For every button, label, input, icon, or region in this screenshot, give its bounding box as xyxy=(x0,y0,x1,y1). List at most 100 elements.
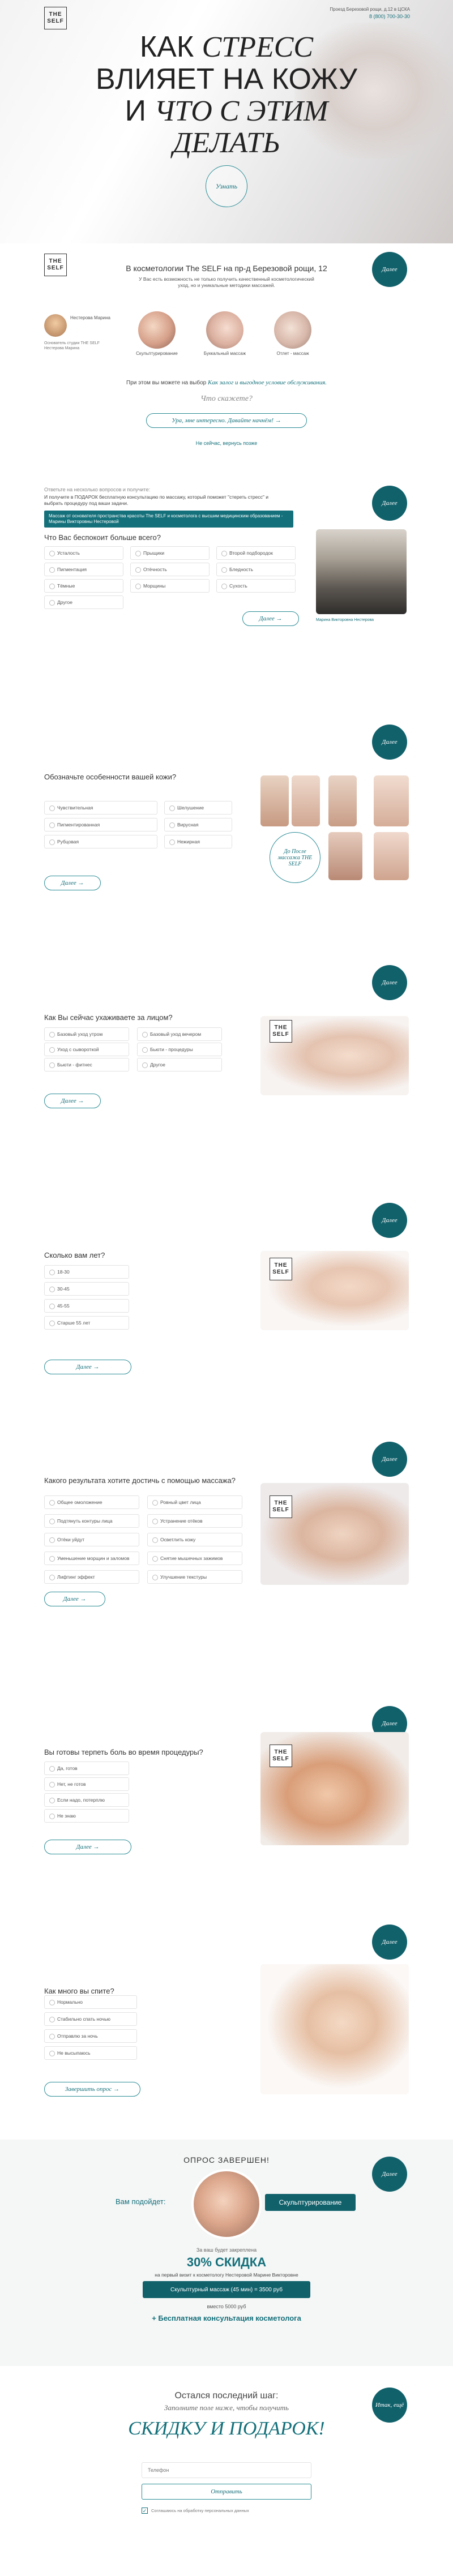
service-photo-3 xyxy=(274,311,311,349)
result-photo xyxy=(191,2169,262,2239)
q3-option[interactable]: Бьюти - процедуры xyxy=(137,1043,222,1056)
result-service: Скульптурирование xyxy=(265,2194,356,2211)
q1-option[interactable]: Другое xyxy=(44,595,123,609)
q1-option[interactable]: Отёчность xyxy=(130,563,210,576)
q1-option[interactable]: Второй подбородок xyxy=(216,546,296,560)
q2-option[interactable]: Чувствительная xyxy=(44,801,157,815)
q3-option[interactable]: Базовый уход утром xyxy=(44,1027,129,1041)
q5-option[interactable]: Отёки уйдут xyxy=(44,1533,139,1546)
q6-option[interactable]: Да, готов xyxy=(44,1761,129,1775)
q1-next-button[interactable]: Далее → xyxy=(242,611,299,626)
free-consultation: + Бесплатная консультация косметолога xyxy=(152,2314,301,2322)
q7-option[interactable]: Стабильно спать ночью xyxy=(44,2012,137,2026)
old-price: вместо 5000 руб xyxy=(207,2304,246,2309)
hero: THE SELF Проезд Березовой рощи, д.12 в Ц… xyxy=(0,0,453,243)
consent-row[interactable]: ✓ Соглашаюсь на обработку персональных д… xyxy=(142,2508,249,2514)
question-7: Далее Как много вы спите? Нормально Стаб… xyxy=(0,1925,453,2140)
service-label: Отлет - массаж xyxy=(276,351,309,356)
q3-option[interactable]: Бьюти - фитнес xyxy=(44,1058,129,1071)
q5-option[interactable]: Осветлить кожу xyxy=(147,1533,242,1546)
q6-option[interactable]: Нет, не готов xyxy=(44,1777,129,1791)
service-photo-2 xyxy=(206,311,243,349)
phone-link[interactable]: 8 (800) 700-30-30 xyxy=(369,14,410,19)
q1-option[interactable]: Морщины xyxy=(130,579,210,593)
q5-next-button[interactable]: Далее → xyxy=(44,1592,105,1606)
q1-option[interactable]: Бледность xyxy=(216,563,296,576)
model-photo xyxy=(260,1964,409,2094)
q6-title: Вы готовы терпеть боль во время процедур… xyxy=(44,1748,203,1756)
hero-title: КАК СТРЕСС ВЛИЯЕТ НА КОЖУ И ЧТО С ЭТИМ Д… xyxy=(96,31,357,159)
intro-question: Что скажете? xyxy=(200,395,253,403)
intro-heading: В косметологии The SELF на пр-д Березово… xyxy=(126,264,327,273)
q3-next-button[interactable]: Далее → xyxy=(44,1094,101,1108)
q7-option[interactable]: Нормально xyxy=(44,1995,137,2009)
q4-option[interactable]: 18-30 xyxy=(44,1265,129,1279)
phone-input[interactable] xyxy=(142,2462,311,2478)
question-4: Далее Сколько вам лет? 18-30 30-45 45-55… xyxy=(0,1189,453,1426)
q5-option[interactable]: Подтянуть контуры лица xyxy=(44,1514,139,1528)
q4-option[interactable]: 30-45 xyxy=(44,1282,129,1296)
q2-option[interactable]: Нежирная xyxy=(164,835,232,848)
before-photo xyxy=(328,775,357,826)
author-name: Нестерова Марина xyxy=(70,315,110,320)
service-label: Скульптурирование xyxy=(136,351,178,356)
q5-option[interactable]: Устранение отёков xyxy=(147,1514,242,1528)
q2-option[interactable]: Пигментированная xyxy=(44,818,157,831)
q4-option[interactable]: 45-55 xyxy=(44,1299,129,1313)
q2-option[interactable]: Рубцовая xyxy=(44,835,157,848)
q4-option[interactable]: Старше 55 лет xyxy=(44,1316,129,1330)
before-photo xyxy=(328,832,362,880)
discount-title: 30% СКИДКА xyxy=(186,2255,267,2269)
after-photo xyxy=(374,775,409,826)
q7-option[interactable]: Не высыпаюсь xyxy=(44,2046,137,2060)
final-headline: СКИДКУ И ПОДАРОК! xyxy=(128,2418,325,2439)
q6-option[interactable]: Если надо, потерплю xyxy=(44,1793,129,1807)
section-logo: THE SELF xyxy=(270,1258,292,1280)
q3-option[interactable]: Базовый уход вечером xyxy=(137,1027,222,1041)
q3-option[interactable]: Уход с сывороткой xyxy=(44,1043,129,1056)
q7-option[interactable]: Отправлю за ночь xyxy=(44,2029,137,2043)
q1-option[interactable]: Пигментация xyxy=(44,563,123,576)
q5-option[interactable]: Общее омоложение xyxy=(44,1495,139,1509)
q6-next-button[interactable]: Далее → xyxy=(44,1840,131,1854)
q5-option[interactable]: Уменьшение морщин и заломов xyxy=(44,1551,139,1565)
question-5: Далее Какого результата хотите достичь с… xyxy=(0,1426,453,1692)
later-link[interactable]: Не сейчас, вернусь позже xyxy=(0,440,453,446)
q1-lead-2: И получите в ПОДАРОК бесплатную консульт… xyxy=(44,494,268,506)
question-6: Далее Вы готовы терпеть боль во время пр… xyxy=(0,1692,453,1925)
q1-option[interactable]: Прыщики xyxy=(130,546,210,560)
submit-button[interactable]: Отправить xyxy=(142,2484,311,2500)
bonus-lead: За ваш будет закреплена xyxy=(196,2247,257,2253)
q1-option[interactable]: Усталость xyxy=(44,546,123,560)
address: Проезд Березовой рощи, д.12 в ЦСКА xyxy=(330,7,410,12)
q5-option[interactable]: Улучшение текстуры xyxy=(147,1570,242,1584)
q2-next-button[interactable]: Далее → xyxy=(44,876,101,890)
q1-option[interactable]: Сухость xyxy=(216,579,296,593)
last-step: Остался последний шаг: xyxy=(174,2391,279,2401)
q2-title: Обозначьте особенности вашей кожи? xyxy=(44,773,177,781)
learn-button[interactable]: Узнать xyxy=(206,165,247,207)
q6-option[interactable]: Не знаю xyxy=(44,1809,129,1823)
start-quiz-button[interactable]: Ура, мне интересно. Давайте начнём! → xyxy=(146,413,307,428)
final-form-section: Итак, ещё Остался последний шаг: Заполни… xyxy=(0,2366,453,2576)
service-label: Буккальный массаж xyxy=(203,351,246,356)
q5-option[interactable]: Ровный цвет лица xyxy=(147,1495,242,1509)
q3-option[interactable]: Другое xyxy=(137,1058,222,1071)
before-photo xyxy=(260,775,289,826)
q5-option[interactable]: Лифтинг эффект xyxy=(44,1570,139,1584)
q1-lead-1: Ответьте на несколько вопросов и получит… xyxy=(44,487,151,492)
q2-option[interactable]: Вирусная xyxy=(164,818,232,831)
finish-quiz-button[interactable]: Завершить опрос → xyxy=(44,2082,140,2097)
logo: THE SELF xyxy=(44,7,67,29)
next-badge: Далее xyxy=(372,1203,407,1238)
q4-next-button[interactable]: Далее → xyxy=(44,1360,131,1374)
q1-option[interactable]: Тёмные xyxy=(44,579,123,593)
intro-prompt: При этом вы можете на выбор Как залог и … xyxy=(126,379,327,386)
q2-option[interactable]: Шелушение xyxy=(164,801,232,815)
q5-option[interactable]: Снятие мышечных зажимов xyxy=(147,1551,242,1565)
author-avatar xyxy=(44,314,67,337)
check-icon[interactable]: ✓ xyxy=(142,2508,148,2514)
next-badge: Далее xyxy=(372,486,407,521)
section-logo: THE SELF xyxy=(270,1020,292,1043)
suits-label: Вам подойдет: xyxy=(116,2197,166,2206)
